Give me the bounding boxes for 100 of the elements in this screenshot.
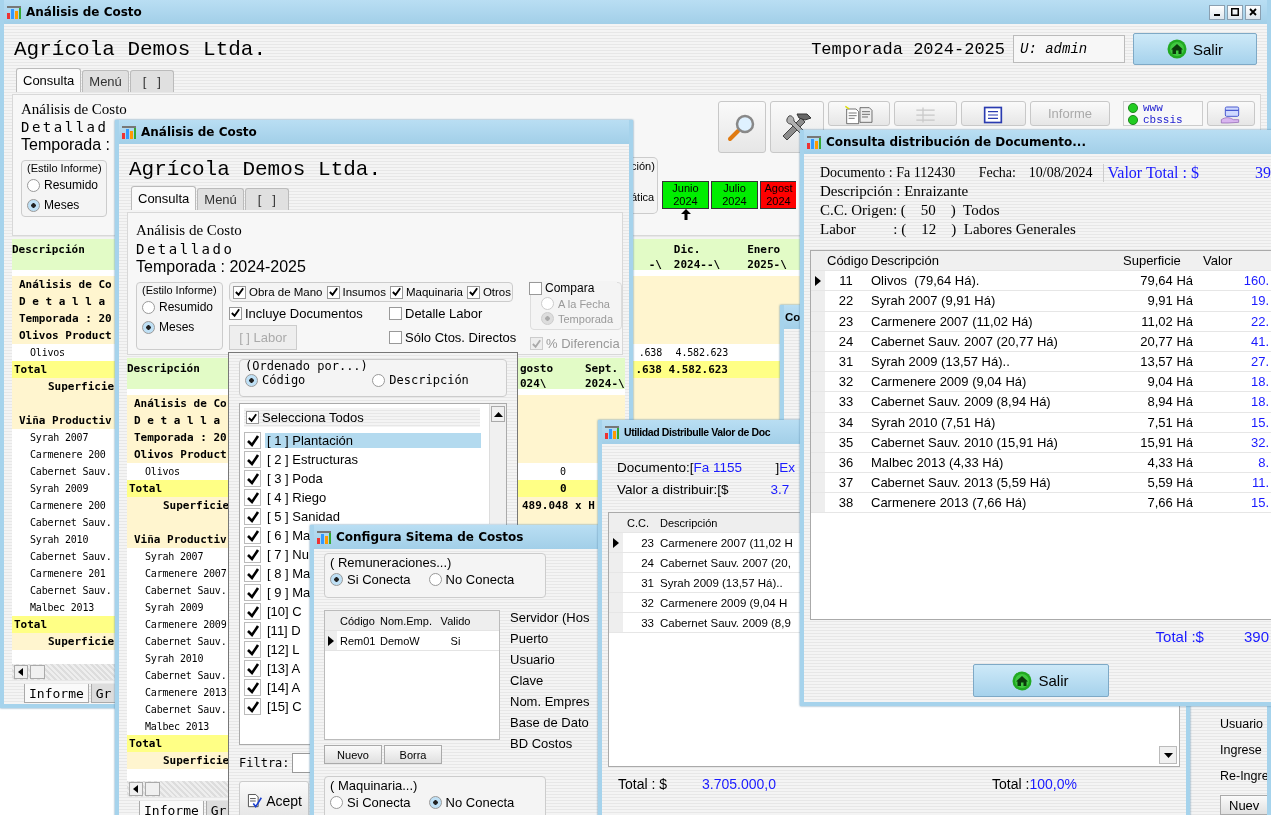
- accept-button[interactable]: Acept: [239, 781, 309, 815]
- scroll-thumb[interactable]: [30, 665, 45, 679]
- card-button[interactable]: [1207, 101, 1255, 126]
- list-item[interactable]: [13] A: [244, 659, 303, 678]
- tab[interactable]: Informe: [139, 801, 204, 815]
- radio-button[interactable]: Resumido: [142, 300, 217, 314]
- action-button[interactable]: Nuevo: [324, 745, 382, 764]
- chart-icon: [6, 4, 22, 20]
- month-button[interactable]: Agost 2024: [760, 181, 796, 209]
- list-item[interactable]: [15] C: [244, 697, 304, 716]
- checkbox[interactable]: Selecciona Todos: [244, 408, 480, 427]
- scrollbar[interactable]: [489, 404, 506, 524]
- close-button[interactable]: [1245, 4, 1261, 20]
- checkmark-icon: [245, 642, 260, 657]
- exit-button[interactable]: Salir: [972, 664, 1109, 697]
- status-text: cbssis: [1143, 114, 1183, 126]
- month-button[interactable]: Junio 2024: [662, 181, 709, 209]
- table-cell-text: Superficie: [47, 635, 115, 648]
- table-cell-text: 31: [640, 576, 655, 589]
- table-cell-text: 22.: [1249, 313, 1270, 329]
- table-cell-text: 11,02 Há: [1140, 313, 1194, 329]
- table-cell-text: 32: [640, 596, 655, 609]
- radio-button[interactable]: No Conecta: [428, 795, 515, 810]
- tab[interactable]: [ ]: [244, 188, 289, 210]
- checkbox[interactable]: Sólo Ctos. Directos: [389, 324, 524, 351]
- radio-button[interactable]: Código: [245, 373, 306, 387]
- field-label: Usuario: [1220, 717, 1264, 731]
- table-cell-text: 15.: [1249, 414, 1270, 430]
- tab[interactable]: Consulta: [16, 68, 82, 92]
- table-cell-text: Syrah 2009 (13,57 Há)..: [659, 576, 783, 589]
- list-icon: [982, 105, 1005, 125]
- action-button[interactable]: Borra: [384, 745, 442, 764]
- table-cell-text: 0: [559, 466, 566, 477]
- list-item[interactable]: [ 9 ] Ma: [244, 583, 313, 602]
- radio-button[interactable]: No Conecta: [428, 572, 515, 587]
- field-label: Clave: [510, 673, 545, 690]
- list-item[interactable]: [ 8 ] Ma: [244, 564, 313, 583]
- tab[interactable]: Menú: [197, 188, 244, 210]
- list-item[interactable]: [10] C: [244, 602, 304, 621]
- radio-button[interactable]: Descripción: [372, 373, 469, 387]
- list-item[interactable]: [ 5 ] Sanidad: [244, 507, 342, 526]
- status-dot-icon: [1128, 103, 1138, 113]
- action-button[interactable]: Nuev: [1220, 795, 1267, 815]
- list-item[interactable]: [11] D: [244, 621, 303, 640]
- list-item[interactable]: [14] A: [244, 678, 303, 697]
- radio-button[interactable]: Resumido: [27, 178, 101, 192]
- column-header: C.C.: [626, 516, 650, 529]
- table-cell-text: Cabernet Sauv. 2007 (20,77 Há): [870, 333, 1059, 349]
- tab[interactable]: Menú: [82, 70, 129, 92]
- checkbox[interactable]: Otros: [466, 285, 511, 300]
- table-cell-text: 4.582.623: [668, 363, 729, 376]
- tab[interactable]: Informe: [24, 684, 89, 703]
- radio-button[interactable]: Meses: [142, 320, 217, 334]
- exit-button[interactable]: Salir: [1133, 33, 1257, 65]
- table-cell-text: 22: [837, 293, 855, 309]
- table-cell-text: 24: [640, 556, 655, 569]
- checkbox[interactable]: Detalle Labor: [389, 305, 524, 322]
- tab[interactable]: Gr: [90, 684, 117, 703]
- window-title: Utilidad Distribulle Valor de Doc: [624, 426, 771, 438]
- field-label: Puerto: [510, 631, 550, 648]
- table-cell-text: 8.: [1257, 454, 1270, 470]
- table-cell-text: 33: [837, 394, 855, 410]
- checkmark-icon: [245, 623, 260, 638]
- table-cell-text: Olivos Product: [133, 448, 228, 461]
- month-button[interactable]: Julio 2024: [711, 181, 758, 209]
- list-item[interactable]: [ 7 ] Nu: [244, 545, 311, 564]
- column-header: Enero 2025-\: [747, 242, 787, 272]
- list-item[interactable]: [ 2 ] Estructuras: [244, 450, 361, 469]
- filter-field[interactable]: [291, 753, 312, 773]
- tab[interactable]: [ ]: [129, 70, 174, 92]
- radio-button[interactable]: Si Conecta: [330, 795, 411, 810]
- radio-button[interactable]: Meses: [27, 198, 101, 212]
- minimize-button[interactable]: [1209, 4, 1225, 20]
- list-item[interactable]: [12] L: [244, 640, 302, 659]
- status-text: www: [1143, 102, 1163, 114]
- tab[interactable]: Consulta: [131, 186, 197, 210]
- list-item[interactable]: [ 3 ] Poda: [244, 469, 325, 488]
- list-item[interactable]: [ 6 ] Ma: [244, 526, 313, 545]
- scroll-thumb[interactable]: [145, 782, 160, 796]
- checkmark-icon: [531, 337, 542, 350]
- document-check-icon: [246, 791, 263, 811]
- documents-button[interactable]: [828, 101, 890, 126]
- table-cell-text: 24: [837, 333, 855, 349]
- report-title: Análisis de Costo: [21, 101, 127, 118]
- checkbox[interactable]: Obra de Mano: [233, 285, 323, 300]
- user-field: U: admin: [1013, 35, 1125, 63]
- checkbox[interactable]: Incluye Documentos: [229, 305, 389, 322]
- maximize-button[interactable]: [1227, 4, 1243, 20]
- table-cell-text: Temporada : 20: [133, 431, 228, 444]
- radio-button[interactable]: Si Conecta: [330, 572, 411, 587]
- row-pointer-icon: [815, 275, 821, 286]
- column-header: Valor: [1202, 253, 1234, 269]
- checkbox[interactable]: Insumos: [326, 285, 386, 300]
- scrollbar[interactable]: [1159, 746, 1177, 764]
- checkmark-icon: [245, 699, 260, 714]
- table-cell-text: Olivos: [29, 347, 66, 358]
- list-button[interactable]: [961, 101, 1026, 126]
- list-item[interactable]: [ 4 ] Riego: [244, 488, 329, 507]
- checkmark-icon: [245, 680, 260, 695]
- checkbox[interactable]: Maquinaria: [390, 285, 463, 300]
